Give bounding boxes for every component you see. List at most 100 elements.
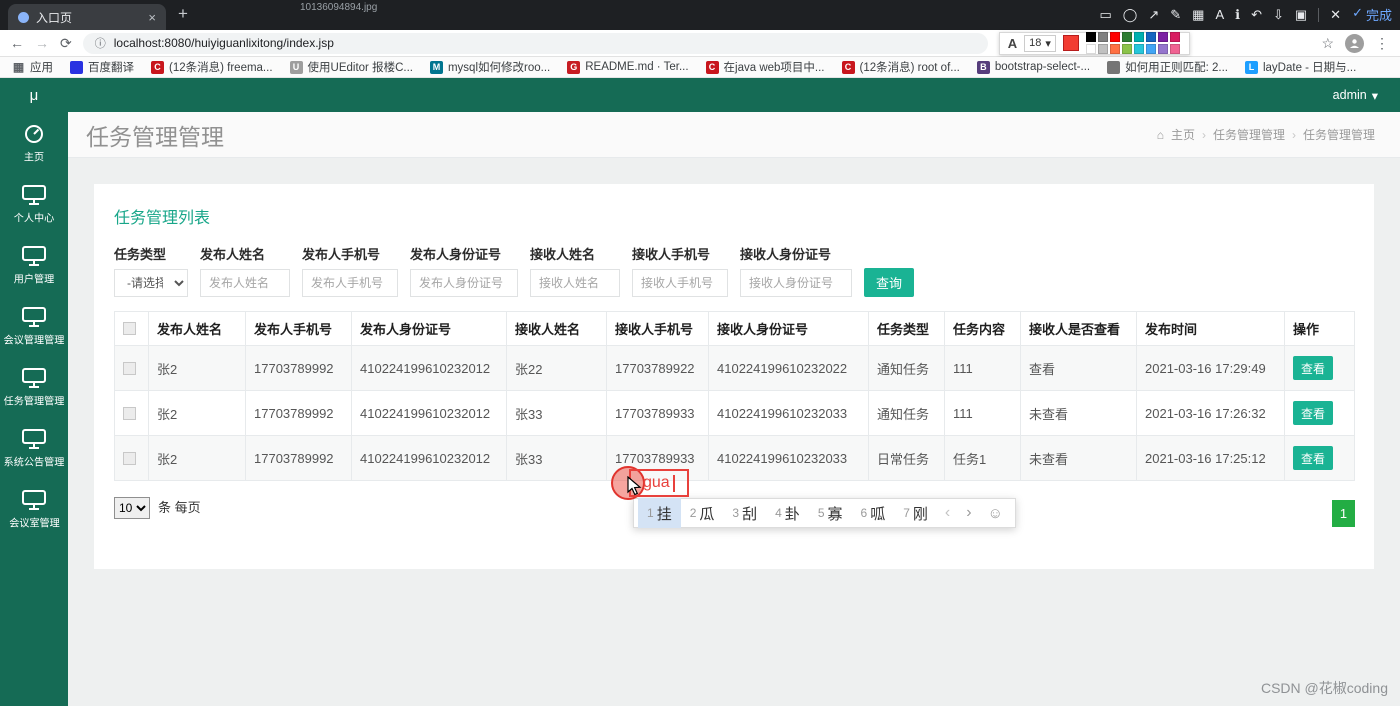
browser-avatar[interactable]: [1345, 33, 1364, 53]
ime-candidate[interactable]: 2 瓜: [681, 498, 724, 528]
rect-tool-icon[interactable]: ▭: [1099, 7, 1111, 23]
bookmark-star-icon[interactable]: ☆: [1321, 35, 1334, 52]
sidebar-item-meeting-room-management[interactable]: 会议室管理: [0, 482, 68, 539]
row-view-button[interactable]: 查看: [1293, 401, 1333, 425]
color-swatch[interactable]: [1097, 43, 1108, 54]
sidebar-item-announcement-management[interactable]: 系统公告管理: [0, 421, 68, 478]
publisher-name-input[interactable]: [200, 269, 290, 297]
bookmark-item[interactable]: C (12条消息) freema...: [151, 59, 273, 75]
ime-candidate[interactable]: 1 挂: [638, 498, 681, 528]
refresh-icon[interactable]: ⟳: [60, 35, 72, 52]
monitor-icon: [22, 490, 46, 510]
ime-candidate[interactable]: 4 卦: [766, 498, 809, 528]
row-checkbox[interactable]: [123, 406, 136, 420]
back-icon[interactable]: ←: [10, 35, 24, 51]
filter-bar: 任务类型 -请选择- 发布人姓名 发布人手机号 发布人身份证号: [114, 244, 1354, 297]
ime-candidate-bar: 1 挂 2 瓜 3 刮 4 卦 5 寡 6 呱 7 刚 ‹ › ☺: [633, 498, 1016, 528]
color-swatch[interactable]: [1097, 31, 1108, 42]
row-view-button[interactable]: 查看: [1293, 446, 1333, 470]
browser-tab-active[interactable]: 入口页 ×: [8, 4, 166, 30]
user-dropdown[interactable]: admin ▾: [1333, 88, 1378, 103]
breadcrumb-home[interactable]: 主页: [1171, 126, 1195, 143]
bookmark-item[interactable]: B bootstrap-select-...: [976, 60, 1090, 74]
cancel-screenshot-icon[interactable]: ✕: [1330, 7, 1341, 23]
site-info-icon[interactable]: ⓘ: [95, 35, 106, 51]
ime-emoji-icon[interactable]: ☺: [980, 505, 1011, 522]
filter-receiver-phone: 接收人手机号: [632, 244, 728, 297]
text-tool-icon[interactable]: A: [1215, 7, 1224, 22]
color-swatch[interactable]: [1121, 31, 1132, 42]
bookmark-item[interactable]: M mysql如何修改roo...: [429, 59, 550, 75]
color-swatch[interactable]: [1085, 31, 1096, 42]
arrow-tool-icon[interactable]: ↗: [1148, 7, 1159, 23]
row-view-button[interactable]: 查看: [1293, 356, 1333, 380]
pagination-page-1[interactable]: 1: [1332, 500, 1355, 527]
color-swatch[interactable]: [1145, 43, 1156, 54]
color-swatch[interactable]: [1133, 43, 1144, 54]
color-swatch[interactable]: [1145, 31, 1156, 42]
mosaic-tool-icon[interactable]: ▦: [1192, 7, 1204, 23]
select-all-checkbox[interactable]: [123, 322, 136, 335]
undo-icon[interactable]: ↶: [1251, 7, 1262, 23]
ime-prev-page-icon[interactable]: ‹: [937, 504, 958, 522]
bookmark-item[interactable]: G README.md · Ter...: [567, 60, 689, 74]
bookmark-apps[interactable]: ▦ 应用: [12, 59, 53, 75]
table-header-row: 发布人姓名 发布人手机号 发布人身份证号 接收人姓名 接收人手机号 接收人身份证…: [114, 311, 1355, 346]
page-title: 任务管理管理: [86, 123, 224, 150]
ime-next-page-icon[interactable]: ›: [958, 504, 979, 522]
sidebar-item-personal-center[interactable]: 个人中心: [0, 177, 68, 234]
color-swatch[interactable]: [1157, 31, 1168, 42]
page-size-select[interactable]: 10: [114, 497, 150, 519]
bookmark-item[interactable]: 如何用正则匹配: 2...: [1107, 59, 1228, 75]
ellipse-tool-icon[interactable]: ◯: [1123, 7, 1138, 23]
sidebar-item-task-management[interactable]: 任务管理管理: [0, 360, 68, 417]
bookmark-item[interactable]: 百度翻译: [70, 59, 134, 75]
ime-candidate[interactable]: 3 刮: [723, 498, 766, 528]
bookmark-item[interactable]: L layDate - 日期与...: [1244, 59, 1356, 75]
text-tool-options-panel: A 18 ▾: [998, 31, 1190, 55]
pen-tool-icon[interactable]: ✎: [1170, 7, 1181, 23]
bookmark-item[interactable]: C (12条消息) root of...: [841, 59, 960, 75]
color-swatch[interactable]: [1169, 31, 1180, 42]
task-type-select[interactable]: -请选择-: [114, 269, 188, 297]
color-swatch[interactable]: [1121, 43, 1132, 54]
breadcrumb-separator: ›: [1291, 127, 1296, 142]
ime-candidate[interactable]: 5 寡: [809, 498, 852, 528]
color-swatch[interactable]: [1085, 43, 1096, 54]
breadcrumb-item[interactable]: 任务管理管理: [1213, 126, 1285, 143]
sidebar-item-user-management[interactable]: 用户管理: [0, 238, 68, 295]
color-swatch[interactable]: [1157, 43, 1168, 54]
finish-screenshot-button[interactable]: ✓ 完成: [1352, 5, 1392, 24]
browser-address-bar: ← → ⟳ ⓘ localhost:8080/huiyiguanlixitong…: [0, 30, 1400, 57]
browser-menu-icon[interactable]: ⋮: [1375, 35, 1390, 52]
copy-icon[interactable]: ▣: [1295, 7, 1307, 23]
color-swatch[interactable]: [1169, 43, 1180, 54]
bookmark-item[interactable]: U 使用UEditor 报楼C...: [289, 59, 413, 75]
tab-close-icon[interactable]: ×: [148, 10, 156, 25]
receiver-id-input[interactable]: [740, 269, 852, 297]
color-swatch[interactable]: [1109, 31, 1120, 42]
download-icon[interactable]: ⇩: [1273, 7, 1284, 23]
color-swatch[interactable]: [1109, 43, 1120, 54]
url-field[interactable]: ⓘ localhost:8080/huiyiguanlixitong/index…: [82, 32, 988, 54]
search-button[interactable]: 查询: [864, 268, 914, 297]
publisher-id-input[interactable]: [410, 269, 518, 297]
selected-color-swatch[interactable]: [1062, 35, 1079, 51]
publisher-phone-input[interactable]: [302, 269, 398, 297]
bookmark-item[interactable]: C 在java web项目中...: [705, 59, 825, 75]
row-checkbox[interactable]: [123, 451, 136, 465]
info-tool-icon[interactable]: ℹ: [1235, 7, 1240, 23]
ime-candidate[interactable]: 6 呱: [852, 498, 895, 528]
sidebar-item-meeting-management[interactable]: 会议管理管理: [0, 299, 68, 356]
font-size-select[interactable]: 18 ▾: [1024, 34, 1056, 52]
receiver-name-input[interactable]: [530, 269, 620, 297]
forward-icon[interactable]: →: [35, 35, 49, 51]
receiver-phone-input[interactable]: [632, 269, 728, 297]
new-tab-button[interactable]: +: [178, 4, 188, 24]
sidebar-item-home[interactable]: 主页: [0, 116, 68, 173]
ime-candidate[interactable]: 7 刚: [894, 498, 937, 528]
mouse-cursor: [626, 475, 642, 501]
tab-title: 入口页: [36, 10, 73, 25]
row-checkbox[interactable]: [123, 361, 136, 375]
color-swatch[interactable]: [1133, 31, 1144, 42]
